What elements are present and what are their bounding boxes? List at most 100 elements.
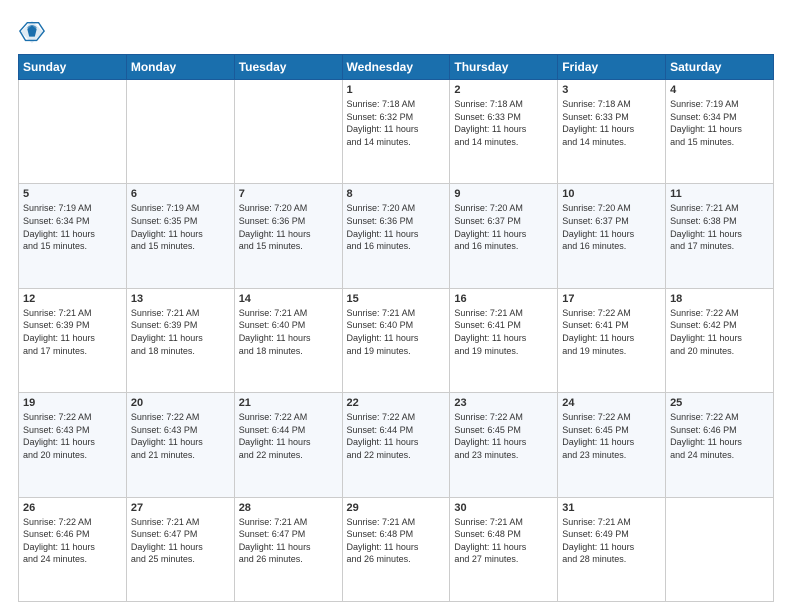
calendar-week-row: 12 Sunrise: 7:21 AM Sunset: 6:39 PM Dayli… xyxy=(19,288,774,392)
header xyxy=(18,18,774,46)
day-number: 25 xyxy=(670,397,769,409)
calendar-cell: 22 Sunrise: 7:22 AM Sunset: 6:44 PM Dayli… xyxy=(342,393,450,497)
day-number: 28 xyxy=(239,502,338,514)
calendar-cell: 8 Sunrise: 7:20 AM Sunset: 6:36 PM Daylig… xyxy=(342,184,450,288)
day-number: 15 xyxy=(347,293,446,305)
weekday-header-row: SundayMondayTuesdayWednesdayThursdayFrid… xyxy=(19,55,774,80)
calendar-cell: 23 Sunrise: 7:22 AM Sunset: 6:45 PM Dayli… xyxy=(450,393,558,497)
day-info: Sunrise: 7:21 AM Sunset: 6:39 PM Dayligh… xyxy=(23,307,122,357)
day-info: Sunrise: 7:22 AM Sunset: 6:43 PM Dayligh… xyxy=(23,411,122,461)
calendar-cell: 21Sunrise: 7:22 AM Sunset: 6:44 PM Dayli… xyxy=(234,393,342,497)
weekday-header: Sunday xyxy=(19,55,127,80)
day-number: 6 xyxy=(131,188,230,200)
calendar-cell: 31 Sunrise: 7:21 AM Sunset: 6:49 PM Dayli… xyxy=(558,497,666,601)
day-number: 11 xyxy=(670,188,769,200)
calendar-cell: 25 Sunrise: 7:22 AM Sunset: 6:46 PM Dayli… xyxy=(666,393,774,497)
calendar-cell: 14 Sunrise: 7:21 AM Sunset: 6:40 PM Dayli… xyxy=(234,288,342,392)
calendar-cell: 20 Sunrise: 7:22 AM Sunset: 6:43 PM Dayli… xyxy=(126,393,234,497)
day-number: 20 xyxy=(131,397,230,409)
day-number: 10 xyxy=(562,188,661,200)
day-info: Sunrise: 7:22 AM Sunset: 6:46 PM Dayligh… xyxy=(670,411,769,461)
calendar-cell: 11 Sunrise: 7:21 AM Sunset: 6:38 PM Dayli… xyxy=(666,184,774,288)
day-info: Sunrise: 7:18 AM Sunset: 6:33 PM Dayligh… xyxy=(454,98,553,148)
calendar-cell xyxy=(234,80,342,184)
calendar-week-row: 5 Sunrise: 7:19 AM Sunset: 6:34 PM Daylig… xyxy=(19,184,774,288)
day-number: 31 xyxy=(562,502,661,514)
calendar-week-row: 1 Sunrise: 7:18 AM Sunset: 6:32 PM Daylig… xyxy=(19,80,774,184)
day-info: Sunrise: 7:20 AM Sunset: 6:37 PM Dayligh… xyxy=(562,202,661,252)
calendar-cell: 16Sunrise: 7:21 AM Sunset: 6:41 PM Dayli… xyxy=(450,288,558,392)
calendar-table: SundayMondayTuesdayWednesdayThursdayFrid… xyxy=(18,54,774,602)
day-info: Sunrise: 7:21 AM Sunset: 6:48 PM Dayligh… xyxy=(454,516,553,566)
day-info: Sunrise: 7:21 AM Sunset: 6:39 PM Dayligh… xyxy=(131,307,230,357)
day-info: Sunrise: 7:22 AM Sunset: 6:45 PM Dayligh… xyxy=(562,411,661,461)
day-info: Sunrise: 7:21 AM Sunset: 6:38 PM Dayligh… xyxy=(670,202,769,252)
calendar-cell: 27 Sunrise: 7:21 AM Sunset: 6:47 PM Dayli… xyxy=(126,497,234,601)
calendar-cell: 18Sunrise: 7:22 AM Sunset: 6:42 PM Dayli… xyxy=(666,288,774,392)
day-number: 27 xyxy=(131,502,230,514)
calendar-cell: 3 Sunrise: 7:18 AM Sunset: 6:33 PM Daylig… xyxy=(558,80,666,184)
calendar-cell: 5 Sunrise: 7:19 AM Sunset: 6:34 PM Daylig… xyxy=(19,184,127,288)
page: SundayMondayTuesdayWednesdayThursdayFrid… xyxy=(0,0,792,612)
calendar-cell: 9 Sunrise: 7:20 AM Sunset: 6:37 PM Daylig… xyxy=(450,184,558,288)
day-info: Sunrise: 7:22 AM Sunset: 6:43 PM Dayligh… xyxy=(131,411,230,461)
day-number: 5 xyxy=(23,188,122,200)
calendar-cell: 4Sunrise: 7:19 AM Sunset: 6:34 PM Daylig… xyxy=(666,80,774,184)
calendar-cell: 29 Sunrise: 7:21 AM Sunset: 6:48 PM Dayli… xyxy=(342,497,450,601)
calendar-week-row: 26Sunrise: 7:22 AM Sunset: 6:46 PM Dayli… xyxy=(19,497,774,601)
calendar-cell: 15 Sunrise: 7:21 AM Sunset: 6:40 PM Dayli… xyxy=(342,288,450,392)
day-number: 19 xyxy=(23,397,122,409)
day-number: 13 xyxy=(131,293,230,305)
day-number: 1 xyxy=(347,84,446,96)
calendar-cell: 12 Sunrise: 7:21 AM Sunset: 6:39 PM Dayli… xyxy=(19,288,127,392)
calendar-cell: 28 Sunrise: 7:21 AM Sunset: 6:47 PM Dayli… xyxy=(234,497,342,601)
weekday-header: Saturday xyxy=(666,55,774,80)
day-info: Sunrise: 7:20 AM Sunset: 6:37 PM Dayligh… xyxy=(454,202,553,252)
day-info: Sunrise: 7:20 AM Sunset: 6:36 PM Dayligh… xyxy=(239,202,338,252)
day-number: 14 xyxy=(239,293,338,305)
day-info: Sunrise: 7:22 AM Sunset: 6:44 PM Dayligh… xyxy=(347,411,446,461)
weekday-header: Wednesday xyxy=(342,55,450,80)
weekday-header: Monday xyxy=(126,55,234,80)
day-number: 21 xyxy=(239,397,338,409)
day-number: 23 xyxy=(454,397,553,409)
day-info: Sunrise: 7:18 AM Sunset: 6:32 PM Dayligh… xyxy=(347,98,446,148)
day-number: 2 xyxy=(454,84,553,96)
calendar-cell: 24 Sunrise: 7:22 AM Sunset: 6:45 PM Dayli… xyxy=(558,393,666,497)
weekday-header: Friday xyxy=(558,55,666,80)
weekday-header: Tuesday xyxy=(234,55,342,80)
day-info: Sunrise: 7:22 AM Sunset: 6:41 PM Dayligh… xyxy=(562,307,661,357)
calendar-body: 1 Sunrise: 7:18 AM Sunset: 6:32 PM Daylig… xyxy=(19,80,774,602)
calendar-cell: 30Sunrise: 7:21 AM Sunset: 6:48 PM Dayli… xyxy=(450,497,558,601)
day-info: Sunrise: 7:21 AM Sunset: 6:40 PM Dayligh… xyxy=(347,307,446,357)
day-info: Sunrise: 7:21 AM Sunset: 6:47 PM Dayligh… xyxy=(131,516,230,566)
day-number: 29 xyxy=(347,502,446,514)
day-info: Sunrise: 7:22 AM Sunset: 6:46 PM Dayligh… xyxy=(23,516,122,566)
day-info: Sunrise: 7:21 AM Sunset: 6:47 PM Dayligh… xyxy=(239,516,338,566)
day-info: Sunrise: 7:21 AM Sunset: 6:49 PM Dayligh… xyxy=(562,516,661,566)
calendar-cell: 26Sunrise: 7:22 AM Sunset: 6:46 PM Dayli… xyxy=(19,497,127,601)
day-info: Sunrise: 7:19 AM Sunset: 6:34 PM Dayligh… xyxy=(23,202,122,252)
weekday-header: Thursday xyxy=(450,55,558,80)
day-number: 4 xyxy=(670,84,769,96)
day-info: Sunrise: 7:18 AM Sunset: 6:33 PM Dayligh… xyxy=(562,98,661,148)
day-number: 3 xyxy=(562,84,661,96)
day-number: 24 xyxy=(562,397,661,409)
calendar-cell: 2 Sunrise: 7:18 AM Sunset: 6:33 PM Daylig… xyxy=(450,80,558,184)
day-info: Sunrise: 7:22 AM Sunset: 6:45 PM Dayligh… xyxy=(454,411,553,461)
calendar-cell: 13 Sunrise: 7:21 AM Sunset: 6:39 PM Dayli… xyxy=(126,288,234,392)
day-info: Sunrise: 7:20 AM Sunset: 6:36 PM Dayligh… xyxy=(347,202,446,252)
day-number: 12 xyxy=(23,293,122,305)
calendar-cell xyxy=(126,80,234,184)
day-number: 22 xyxy=(347,397,446,409)
calendar-cell: 7Sunrise: 7:20 AM Sunset: 6:36 PM Daylig… xyxy=(234,184,342,288)
logo xyxy=(18,18,50,46)
day-info: Sunrise: 7:21 AM Sunset: 6:48 PM Dayligh… xyxy=(347,516,446,566)
day-number: 17 xyxy=(562,293,661,305)
calendar-cell: 6Sunrise: 7:19 AM Sunset: 6:35 PM Daylig… xyxy=(126,184,234,288)
day-number: 9 xyxy=(454,188,553,200)
day-info: Sunrise: 7:21 AM Sunset: 6:40 PM Dayligh… xyxy=(239,307,338,357)
logo-icon xyxy=(18,18,46,46)
day-number: 16 xyxy=(454,293,553,305)
day-number: 8 xyxy=(347,188,446,200)
